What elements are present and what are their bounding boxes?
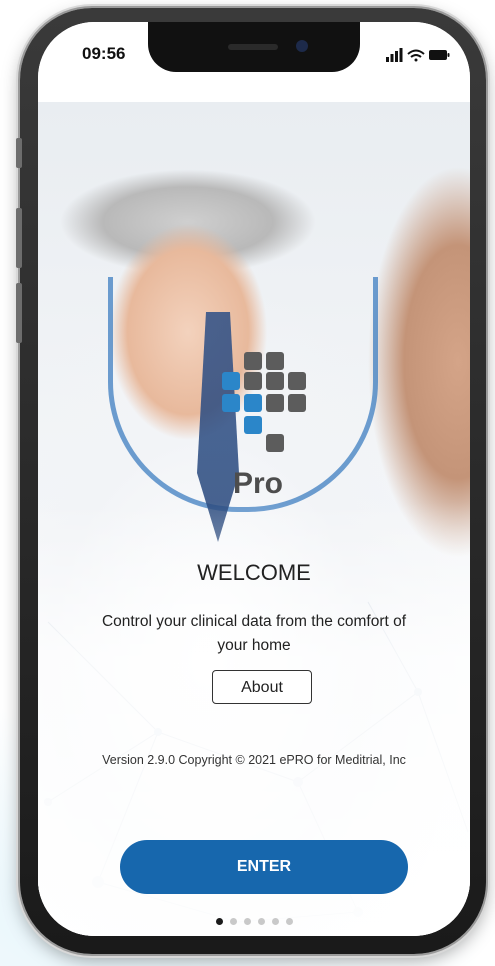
front-camera [296, 40, 308, 52]
page-dot[interactable] [272, 918, 279, 925]
page-dot[interactable] [216, 918, 223, 925]
device-notch [148, 22, 360, 72]
volume-down-button [16, 283, 22, 343]
status-bar: 09:56 [38, 22, 470, 102]
mute-switch [16, 138, 22, 168]
epro-logo-text: Pro [233, 467, 284, 500]
status-icons [386, 48, 450, 62]
page-dot[interactable] [258, 918, 265, 925]
page-indicator [216, 918, 316, 928]
version-copyright-text: Version 2.9.0 Copyright © 2021 ePRO for … [102, 753, 406, 767]
app-screen: 09:56 Pro WELCOME Control your clinical … [38, 22, 470, 936]
volume-up-button [16, 208, 22, 268]
speaker-grille [228, 44, 278, 50]
page-dot[interactable] [286, 918, 293, 925]
battery-icon [429, 50, 450, 60]
status-time: 09:56 [82, 44, 126, 63]
welcome-title: WELCOME [197, 560, 311, 585]
page-dot[interactable] [244, 918, 251, 925]
wifi-icon [407, 49, 425, 62]
signal-icon [386, 48, 403, 62]
enter-button[interactable]: ENTER [120, 840, 408, 894]
page-dot[interactable] [230, 918, 237, 925]
about-button[interactable]: About [212, 670, 312, 704]
welcome-tagline: Control your clinical data from the comf… [101, 613, 407, 654]
